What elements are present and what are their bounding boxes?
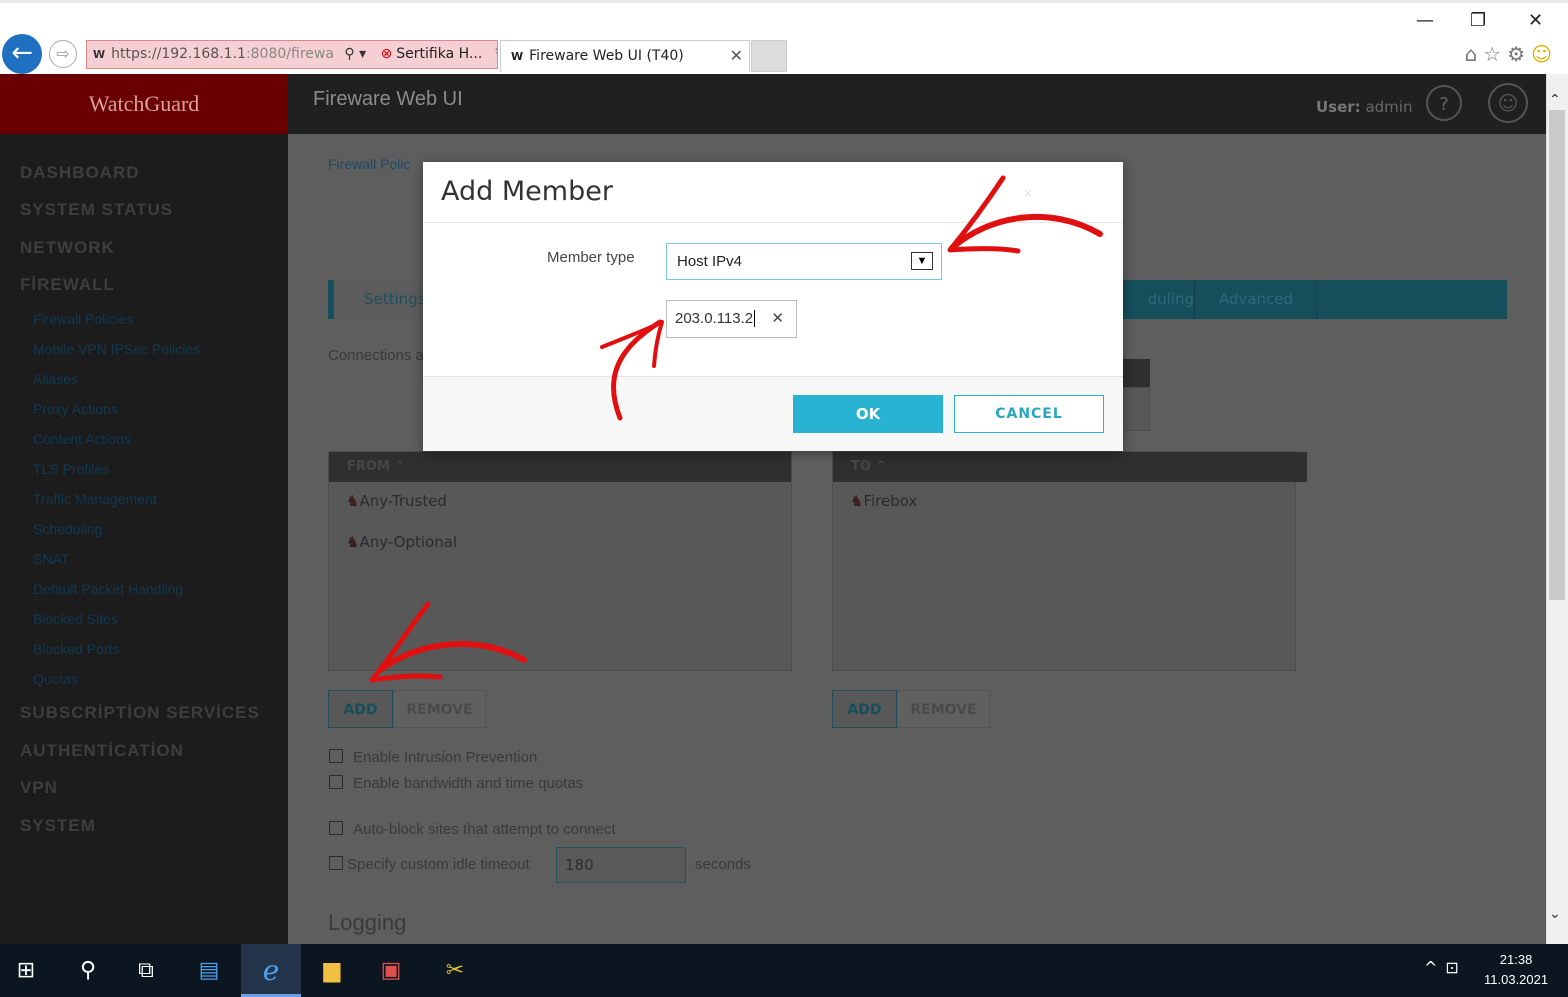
clock-date: 11.03.2021 [1484, 972, 1549, 987]
internet-explorer-icon[interactable]: ℯ [250, 944, 292, 997]
arrow-to-input [611, 319, 663, 421]
toolbox-icon[interactable]: ▣ [372, 944, 410, 997]
file-explorer-icon[interactable]: ▆ [313, 944, 351, 997]
system-tray: ^⊡ [1424, 958, 1467, 977]
clock-time: 21:38 [1499, 952, 1533, 967]
task-view-icon[interactable]: ⧉ [128, 944, 164, 997]
arrow-to-select-head [947, 175, 1021, 254]
annotation-arrows [369, 175, 1103, 683]
clock[interactable]: 21:38 11.03.2021 [1484, 950, 1548, 990]
admin-tools-icon[interactable]: ✂ [436, 944, 474, 997]
windows-start-icon[interactable]: ⊞ [8, 944, 44, 997]
search-taskbar-icon[interactable]: ⚲ [70, 944, 106, 997]
chevron-up-icon[interactable]: ^ [1424, 958, 1445, 977]
arrow-to-add [377, 641, 527, 673]
server-manager-icon[interactable]: ▤ [190, 944, 228, 997]
network-icon[interactable]: ⊡ [1445, 958, 1466, 977]
taskbar [0, 944, 1568, 997]
arrow-to-add-head [369, 601, 443, 683]
